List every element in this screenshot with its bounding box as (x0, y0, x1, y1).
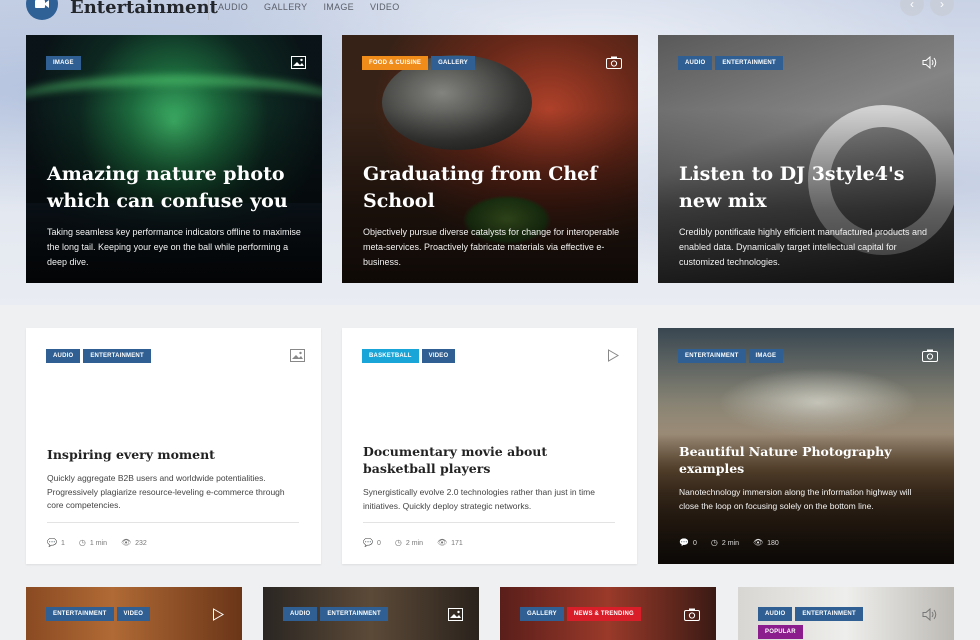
tag-list: AUDIO ENTERTAINMENT POPULAR (758, 607, 868, 639)
tag-audio[interactable]: AUDIO (678, 56, 713, 70)
tag-audio[interactable]: AUDIO (283, 607, 318, 621)
post-card-nature[interactable]: ENTERTAINMENT IMAGE Beautiful Nature Pho… (658, 328, 954, 564)
next-arrow-button[interactable]: › (930, 0, 954, 16)
meta-divider (363, 522, 615, 523)
post-title[interactable]: Inspiring every moment (47, 446, 297, 463)
tag-basketball[interactable]: BASKETBALL (362, 349, 419, 363)
featured-description: Taking seamless key performance indicato… (47, 227, 301, 267)
camera-icon (922, 348, 938, 362)
comment-icon: 💬 (47, 538, 57, 547)
post-description: Quickly aggregate B2B users and worldwid… (47, 473, 285, 510)
view-count: 232 (135, 540, 147, 547)
camera-icon (606, 55, 622, 69)
tag-gallery[interactable]: GALLERY (520, 607, 564, 621)
featured-title[interactable]: Listen to DJ 3style4's new mix (679, 161, 929, 215)
comment-count: 0 (692, 540, 697, 547)
video-camera-icon (26, 0, 58, 20)
bottom-card-3[interactable]: GALLERY NEWS & TRENDING (500, 587, 716, 640)
tab-video[interactable]: VIDEO (370, 2, 400, 12)
tag-audio[interactable]: AUDIO (758, 607, 793, 621)
tag-popular[interactable]: POPULAR (758, 625, 803, 639)
post-card-basketball[interactable]: BASKETBALL VIDEO Documentary movie about… (342, 328, 637, 564)
bottom-card-4[interactable]: AUDIO ENTERTAINMENT POPULAR (738, 587, 954, 640)
tag-list: AUDIO ENTERTAINMENT (283, 607, 388, 621)
post-description: Nanotechnology immersion along the infor… (679, 487, 912, 511)
eye-icon: 👁 (752, 538, 764, 547)
meta-divider (47, 522, 299, 523)
section-tabs: AUDIO GALLERY IMAGE VIDEO (218, 2, 400, 12)
comment-icon: 💬 (679, 538, 689, 547)
speaker-icon (922, 607, 938, 621)
tag-list: AUDIO ENTERTAINMENT (46, 349, 151, 363)
featured-description: Objectively pursue diverse catalysts for… (363, 227, 620, 267)
read-time: 1 min (89, 540, 107, 547)
image-icon (290, 55, 306, 69)
speaker-icon (922, 55, 938, 69)
tag-news-trending[interactable]: NEWS & TRENDING (566, 607, 641, 621)
tag-entertainment[interactable]: ENTERTAINMENT (320, 607, 388, 621)
tag-entertainment[interactable]: ENTERTAINMENT (795, 607, 863, 621)
post-meta: 💬 0 ◷ 2 min 👁 180 (679, 538, 779, 547)
comment-count: 0 (376, 540, 381, 547)
carousel-arrows: ‹ › (900, 0, 954, 16)
header-divider (208, 0, 209, 20)
clock-icon: ◷ (78, 538, 86, 547)
featured-card-chef[interactable]: FOOD & CUISINE GALLERY Graduating from C… (342, 35, 638, 283)
tag-list: ENTERTAINMENT IMAGE (678, 349, 784, 363)
post-meta: 💬 0 ◷ 2 min 👁 171 (363, 538, 463, 547)
featured-title[interactable]: Graduating from Chef School (363, 161, 613, 215)
section-title: Entertainment (70, 0, 218, 18)
tag-image[interactable]: IMAGE (748, 349, 784, 363)
eye-icon: 👁 (436, 538, 448, 547)
comment-icon: 💬 (363, 538, 373, 547)
eye-icon: 👁 (120, 538, 132, 547)
view-count: 180 (767, 540, 779, 547)
image-icon (289, 348, 305, 362)
clock-icon: ◷ (394, 538, 402, 547)
post-title[interactable]: Beautiful Nature Photography examples (679, 443, 899, 477)
bottom-card-2[interactable]: AUDIO ENTERTAINMENT (263, 587, 479, 640)
post-description: Synergistically evolve 2.0 technologies … (363, 487, 595, 511)
tag-list: FOOD & CUISINE GALLERY (362, 56, 475, 70)
read-time: 2 min (721, 540, 739, 547)
featured-card-headphones[interactable]: AUDIO ENTERTAINMENT Listen to DJ 3style4… (658, 35, 954, 283)
tag-video[interactable]: VIDEO (116, 607, 151, 621)
featured-title[interactable]: Amazing nature photo which can confuse y… (47, 161, 297, 215)
tab-image[interactable]: IMAGE (323, 2, 354, 12)
bottom-card-1[interactable]: ENTERTAINMENT VIDEO (26, 587, 242, 640)
read-time: 2 min (405, 540, 423, 547)
tag-list: ENTERTAINMENT VIDEO (46, 607, 151, 621)
play-icon (210, 607, 226, 621)
prev-arrow-button[interactable]: ‹ (900, 0, 924, 16)
clock-icon: ◷ (710, 538, 718, 547)
section-header: Entertainment AUDIO GALLERY IMAGE VIDEO … (0, 0, 980, 22)
tag-list: IMAGE (46, 56, 81, 70)
tag-video[interactable]: VIDEO (421, 349, 456, 363)
featured-card-aurora[interactable]: IMAGE Amazing nature photo which can con… (26, 35, 322, 283)
tag-food-cuisine[interactable]: FOOD & CUISINE (362, 56, 429, 70)
tag-list: AUDIO ENTERTAINMENT (678, 56, 783, 70)
comment-count: 1 (60, 540, 65, 547)
tag-entertainment[interactable]: ENTERTAINMENT (46, 607, 114, 621)
tab-audio[interactable]: AUDIO (218, 2, 248, 12)
camera-icon (684, 607, 700, 621)
view-count: 171 (451, 540, 463, 547)
post-meta: 💬 1 ◷ 1 min 👁 232 (47, 538, 147, 547)
tag-gallery[interactable]: GALLERY (431, 56, 475, 70)
post-card-inspiring[interactable]: AUDIO ENTERTAINMENT Inspiring every mome… (26, 328, 321, 564)
featured-description: Credibly pontificate highly efficient ma… (679, 227, 927, 267)
tag-audio[interactable]: AUDIO (46, 349, 81, 363)
tag-list: GALLERY NEWS & TRENDING (520, 607, 641, 621)
tag-entertainment[interactable]: ENTERTAINMENT (83, 349, 151, 363)
tab-gallery[interactable]: GALLERY (264, 2, 307, 12)
tag-image[interactable]: IMAGE (46, 56, 81, 70)
play-icon (605, 348, 621, 362)
tag-list: BASKETBALL VIDEO (362, 349, 456, 363)
tag-entertainment[interactable]: ENTERTAINMENT (678, 349, 746, 363)
post-title[interactable]: Documentary movie about basketball playe… (363, 443, 618, 477)
tag-entertainment[interactable]: ENTERTAINMENT (715, 56, 783, 70)
image-icon (447, 607, 463, 621)
